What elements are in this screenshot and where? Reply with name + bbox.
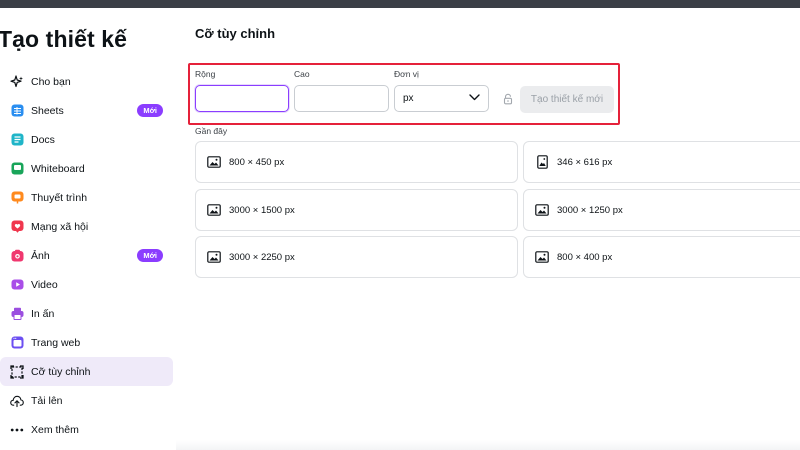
sidebar-item-label: In ấn	[31, 307, 55, 320]
unit-select[interactable]: px	[394, 85, 489, 112]
presentation-icon	[10, 191, 24, 205]
recent-size-label: 3000 × 1500 px	[229, 204, 295, 216]
width-label: Rộng	[195, 69, 216, 79]
sidebar-item-photo[interactable]: Ảnh Mới	[0, 241, 173, 270]
sidebar-item-label: Tải lên	[31, 394, 63, 407]
recent-size-card[interactable]: 800 × 400 px	[523, 236, 800, 278]
recent-size-card[interactable]: 3000 × 1500 px	[195, 189, 518, 231]
sidebar-item-label: Cho bạn	[31, 75, 71, 88]
sidebar-item-presentation[interactable]: Thuyết trình	[0, 183, 173, 212]
printer-icon	[10, 307, 24, 321]
sidebar-item-see-more[interactable]: Xem thêm	[0, 415, 173, 444]
camera-icon	[10, 249, 24, 263]
landscape-image-icon	[535, 203, 549, 217]
video-icon	[10, 278, 24, 292]
sidebar-item-label: Thuyết trình	[31, 191, 88, 204]
sidebar-item-website[interactable]: Trang web	[0, 328, 173, 357]
sidebar-item-label: Docs	[31, 133, 55, 146]
landscape-image-icon	[535, 250, 549, 264]
sparkle-icon	[10, 74, 24, 89]
recent-label: Gần đây	[195, 126, 228, 136]
sheets-icon	[10, 104, 24, 118]
sidebar-item-label: Sheets	[31, 104, 64, 117]
sidebar-item-upload[interactable]: Tải lên	[0, 386, 173, 415]
create-new-design-button[interactable]: Tạo thiết kế mới	[520, 86, 614, 113]
recent-size-label: 800 × 400 px	[557, 251, 613, 263]
recent-size-card[interactable]: 800 × 450 px	[195, 141, 518, 183]
sidebar-item-label: Video	[31, 278, 58, 291]
new-badge: Mới	[137, 104, 163, 117]
sidebar-item-whiteboard[interactable]: Whiteboard	[0, 154, 173, 183]
landscape-image-icon	[207, 155, 221, 169]
bottom-shadow	[176, 440, 800, 450]
panel-title: Cỡ tùy chỉnh	[195, 26, 276, 41]
sidebar-item-video[interactable]: Video	[0, 270, 173, 299]
recent-size-card[interactable]: 346 × 616 px	[523, 141, 800, 183]
unit-select-value: px	[403, 93, 414, 104]
new-badge: Mới	[137, 249, 163, 262]
sidebar-item-label: Xem thêm	[31, 423, 79, 436]
sidebar-item-docs[interactable]: Docs	[0, 125, 173, 154]
website-icon	[10, 336, 24, 350]
height-field[interactable]	[294, 85, 389, 112]
sidebar-item-social-media[interactable]: Mạng xã hội	[0, 212, 173, 241]
window-top-bar	[0, 0, 800, 8]
more-icon	[10, 423, 24, 437]
unit-label: Đơn vị	[394, 69, 419, 79]
sidebar-item-sheets[interactable]: Sheets Mới	[0, 96, 173, 125]
lock-icon[interactable]	[502, 92, 514, 105]
page-title: Tạo thiết kế	[0, 26, 128, 52]
docs-icon	[10, 133, 24, 147]
recent-size-card[interactable]: 3000 × 1250 px	[523, 189, 800, 231]
width-field[interactable]	[195, 85, 289, 112]
height-label: Cao	[294, 69, 310, 79]
sidebar-item-label: Mạng xã hội	[31, 220, 89, 233]
sidebar-item-print[interactable]: In ấn	[0, 299, 173, 328]
sidebar: Cho bạn Sheets Mới Docs Whiteboard Thuyế…	[0, 67, 176, 444]
sidebar-item-label: Cỡ tùy chỉnh	[31, 365, 91, 378]
sidebar-item-label: Trang web	[31, 336, 81, 349]
chevron-down-icon	[469, 93, 480, 104]
sidebar-item-for-you[interactable]: Cho bạn	[0, 67, 173, 96]
sidebar-item-custom-size[interactable]: Cỡ tùy chỉnh	[0, 357, 173, 386]
recent-size-label: 346 × 616 px	[557, 156, 613, 168]
sidebar-item-label: Whiteboard	[31, 162, 85, 175]
custom-size-icon	[10, 364, 24, 379]
whiteboard-icon	[10, 162, 24, 176]
recent-size-label: 800 × 450 px	[229, 156, 285, 168]
landscape-image-icon	[207, 203, 221, 217]
recent-size-card[interactable]: 3000 × 2250 px	[195, 236, 518, 278]
sidebar-item-label: Ảnh	[31, 249, 50, 262]
portrait-image-icon	[535, 155, 549, 169]
recent-size-label: 3000 × 2250 px	[229, 251, 295, 263]
landscape-image-icon	[207, 250, 221, 264]
heart-icon	[10, 220, 24, 234]
recent-size-label: 3000 × 1250 px	[557, 204, 623, 216]
cloud-upload-icon	[10, 394, 24, 408]
